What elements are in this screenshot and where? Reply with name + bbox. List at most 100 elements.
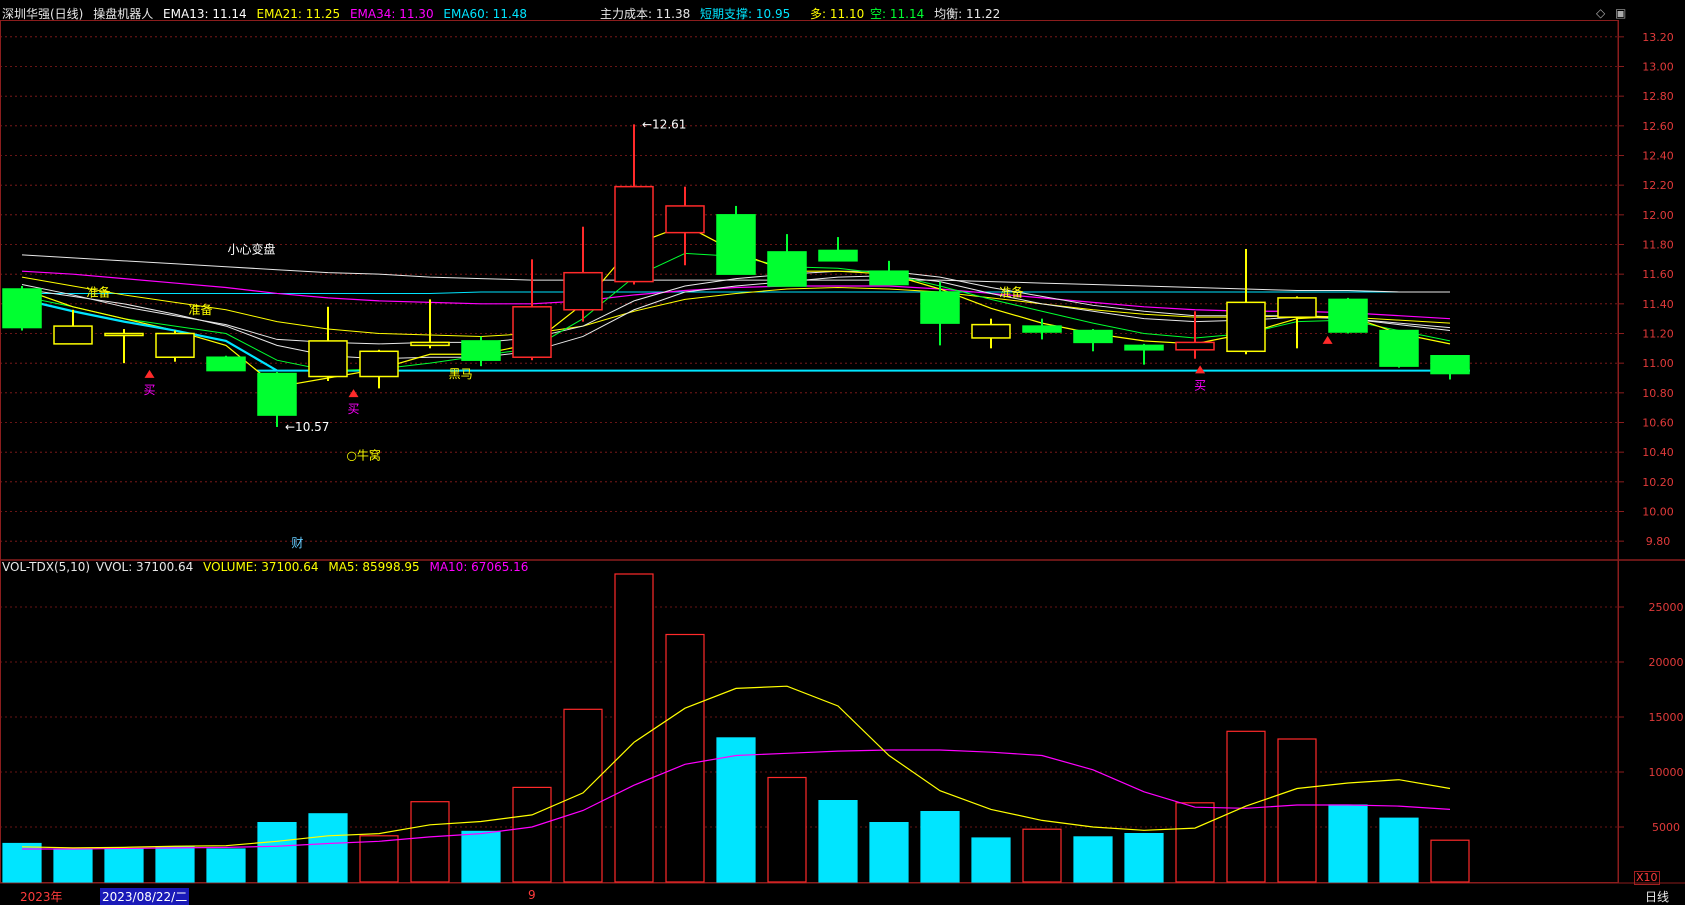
price-tick-label: 12.40 bbox=[1642, 150, 1674, 163]
short-support-value: 短期支撑: 10.95 bbox=[700, 7, 791, 21]
signal-label: 财 bbox=[291, 536, 303, 550]
candle-body[interactable] bbox=[665, 205, 705, 234]
volume-tick-label: 25000 bbox=[1649, 601, 1684, 614]
volume-bar[interactable] bbox=[767, 776, 807, 883]
candle-body[interactable] bbox=[359, 350, 399, 378]
volume-value: VOLUME: 37100.64 bbox=[203, 560, 319, 574]
candle-body[interactable] bbox=[1175, 341, 1215, 351]
candle-body[interactable] bbox=[206, 356, 246, 372]
balance-header: 多: 11.10 空: 11.14 均衡: 11.22 bbox=[810, 5, 1006, 22]
window-icon[interactable]: ▣ bbox=[1615, 6, 1626, 20]
volume-bar[interactable] bbox=[359, 835, 399, 883]
candle-body[interactable] bbox=[1124, 344, 1164, 351]
candle-body[interactable] bbox=[563, 271, 603, 311]
price-tick-label: 11.00 bbox=[1642, 357, 1674, 370]
stock-title[interactable]: 深圳华强(日线) bbox=[2, 7, 83, 21]
price-tick-label: 10.60 bbox=[1642, 417, 1674, 430]
signal-label: 黑马 bbox=[449, 367, 473, 381]
buy-signal-label: 买 bbox=[143, 383, 155, 397]
main-header: 深圳华强(日线) 操盘机器人 EMA13: 11.14 EMA21: 11.25… bbox=[2, 5, 533, 22]
buy-arrow-icon bbox=[144, 369, 155, 378]
price-tick-label: 13.00 bbox=[1642, 61, 1674, 74]
volume-bar[interactable] bbox=[104, 848, 144, 883]
candle-body[interactable] bbox=[155, 332, 195, 358]
candle-body[interactable] bbox=[869, 270, 909, 286]
signal-label: 准备 bbox=[188, 303, 212, 317]
candle-body[interactable] bbox=[971, 323, 1011, 339]
buy-arrow-icon bbox=[1195, 365, 1206, 374]
volume-bar[interactable] bbox=[257, 821, 297, 883]
volume-bar[interactable] bbox=[512, 786, 552, 883]
candle-body[interactable] bbox=[716, 214, 756, 275]
volume-tick-label: 20000 bbox=[1649, 656, 1684, 669]
volume-bar[interactable] bbox=[1073, 836, 1113, 883]
candle-body[interactable] bbox=[1328, 298, 1368, 333]
chart-stage: 9.80 10.00 10.20 10.40 10.60 10.80 11.00 11.20 1… bbox=[0, 0, 1685, 905]
period-tab[interactable]: 日线 bbox=[1645, 888, 1669, 905]
candle-body[interactable] bbox=[53, 325, 93, 345]
volume-bar[interactable] bbox=[410, 801, 450, 883]
volume-bar[interactable] bbox=[920, 810, 960, 883]
volume-bar[interactable] bbox=[818, 799, 858, 883]
volume-bar[interactable] bbox=[716, 737, 756, 883]
extreme-price-label: ←12.61 bbox=[642, 117, 686, 131]
extreme-price-label: ←10.57 bbox=[285, 420, 329, 434]
month-label: 9 bbox=[528, 888, 536, 902]
indicator-name[interactable]: 操盘机器人 bbox=[93, 7, 153, 21]
volume-tick-label: 10000 bbox=[1649, 766, 1684, 779]
candle-body[interactable] bbox=[818, 249, 858, 262]
ema21-value: EMA21: 11.25 bbox=[256, 7, 341, 21]
volume-bar[interactable] bbox=[1277, 738, 1317, 883]
signal-label: 小心变盘 bbox=[227, 241, 275, 256]
candle-body[interactable] bbox=[1022, 325, 1062, 333]
buy-signal-label: 买 bbox=[347, 402, 359, 416]
candle-body[interactable] bbox=[614, 185, 654, 283]
volume-bar[interactable] bbox=[614, 573, 654, 883]
volume-bar[interactable] bbox=[1175, 802, 1215, 883]
price-tick-label: 12.60 bbox=[1642, 120, 1674, 133]
diamond-icon[interactable]: ◇ bbox=[1596, 6, 1605, 20]
volume-bar[interactable] bbox=[1022, 828, 1062, 883]
volume-bar[interactable] bbox=[869, 821, 909, 883]
candle-body[interactable] bbox=[104, 332, 144, 337]
candle-body[interactable] bbox=[1226, 301, 1266, 353]
ema13-value: EMA13: 11.14 bbox=[163, 7, 247, 21]
candle-body[interactable] bbox=[1277, 297, 1317, 318]
volume-bar[interactable] bbox=[206, 848, 246, 883]
year-label: 2023年 bbox=[20, 890, 63, 904]
candle-body[interactable] bbox=[1430, 355, 1470, 375]
volume-bar[interactable] bbox=[155, 846, 195, 883]
candle-body[interactable] bbox=[2, 288, 42, 329]
volume-bar[interactable] bbox=[563, 708, 603, 883]
candle-body[interactable] bbox=[461, 340, 501, 361]
price-tick-label: 12.20 bbox=[1642, 179, 1674, 192]
volume-bar[interactable] bbox=[971, 837, 1011, 883]
volume-bar[interactable] bbox=[1124, 832, 1164, 883]
candle-body[interactable] bbox=[920, 291, 960, 324]
price-tick-label: 11.40 bbox=[1642, 298, 1674, 311]
volume-bar[interactable] bbox=[308, 813, 348, 883]
price-tick-label: 10.80 bbox=[1642, 387, 1674, 400]
volume-bar[interactable] bbox=[461, 830, 501, 883]
candle-body[interactable] bbox=[1073, 329, 1113, 344]
price-tick-label: 10.40 bbox=[1642, 446, 1674, 459]
candle-body[interactable] bbox=[257, 372, 297, 416]
stock-chart-canvas[interactable]: 9.80 10.00 10.20 10.40 10.60 10.80 11.00 11.20 1… bbox=[0, 0, 1685, 904]
ema60-value: EMA60: 11.48 bbox=[443, 7, 528, 21]
signal-label: 准备 bbox=[86, 285, 110, 299]
candle-body[interactable] bbox=[767, 251, 807, 287]
vol-indicator-name[interactable]: VOL-TDX(5,10) bbox=[2, 560, 90, 574]
volume-header: VOL-TDX(5,10) VVOL: 37100.64 VOLUME: 371… bbox=[2, 560, 534, 574]
candle-body[interactable] bbox=[410, 341, 450, 347]
support-header: 主力成本: 11.38 短期支撑: 10.95 bbox=[600, 5, 796, 22]
volume-bar[interactable] bbox=[1430, 839, 1470, 883]
volume-bar[interactable] bbox=[1328, 804, 1368, 883]
volume-bar[interactable] bbox=[665, 633, 705, 883]
candle-body[interactable] bbox=[308, 340, 348, 378]
volume-bar[interactable] bbox=[53, 848, 93, 883]
candle-body[interactable] bbox=[1379, 329, 1419, 367]
signal-label: 准备 bbox=[999, 285, 1023, 299]
candle-body[interactable] bbox=[512, 306, 552, 358]
volume-bar[interactable] bbox=[1379, 817, 1419, 883]
vvol-value: VVOL: 37100.64 bbox=[95, 560, 194, 574]
